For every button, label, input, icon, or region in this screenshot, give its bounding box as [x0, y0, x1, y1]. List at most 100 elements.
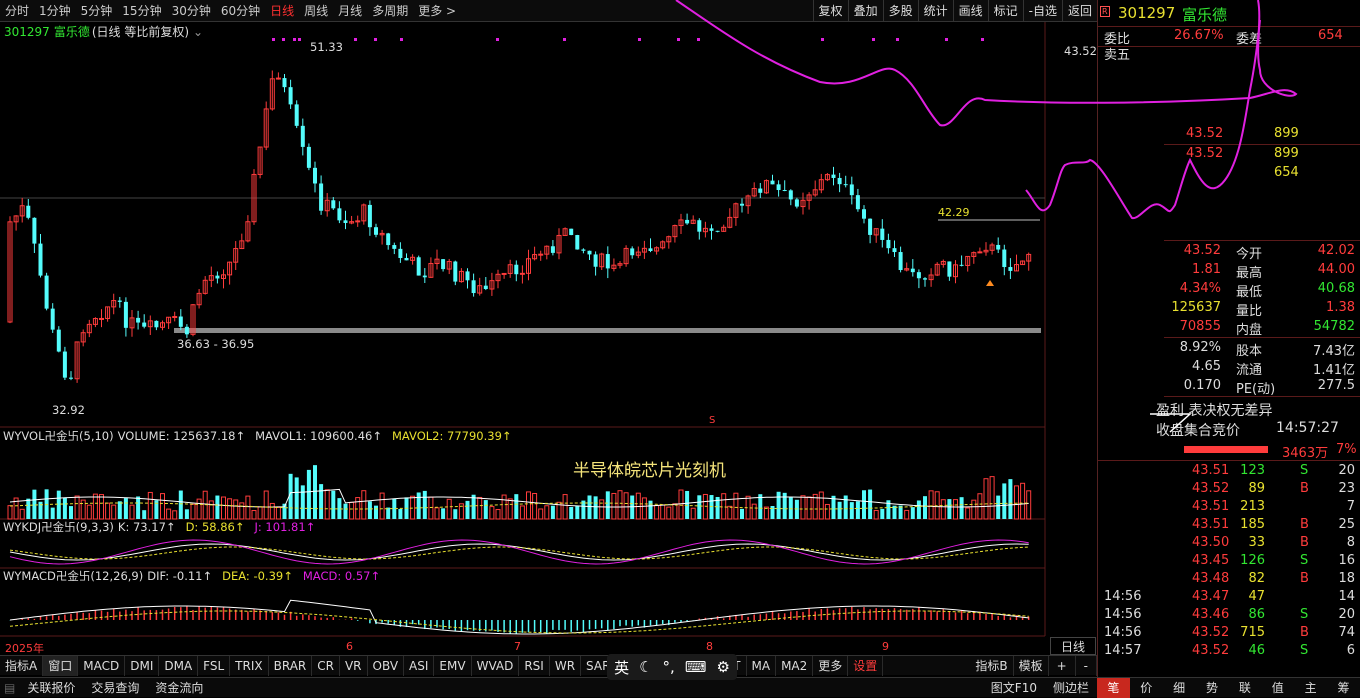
indicator-tab-10[interactable]: OBV	[368, 655, 405, 676]
mark-button[interactable]: 标记	[987, 0, 1023, 22]
signal-dot	[374, 38, 377, 41]
ime-language[interactable]: 英	[614, 657, 629, 678]
indicator-tab-0[interactable]: 指标A	[0, 655, 44, 676]
trade-volume: 82	[1248, 571, 1265, 586]
volume-bar	[709, 495, 714, 519]
moon-icon[interactable]: ☾	[639, 658, 652, 676]
volume-bar	[1020, 482, 1026, 520]
keyboard-icon[interactable]: ⌨	[685, 658, 707, 676]
candle-down	[343, 220, 348, 224]
side-tab-1[interactable]: 价	[1130, 678, 1163, 698]
multi-stock-button[interactable]: 多股	[882, 0, 918, 22]
trade-volume: 123	[1240, 463, 1265, 478]
period-tab-monthly[interactable]: 月线	[333, 0, 367, 22]
draw-line-button[interactable]: 画线	[952, 0, 988, 22]
volume-bar	[62, 497, 67, 519]
overlay-button[interactable]: 叠加	[847, 0, 883, 22]
punctuation-icon[interactable]: °,	[663, 658, 675, 676]
candle-down	[685, 219, 690, 224]
sidebar-button[interactable]: 侧边栏	[1045, 678, 1097, 698]
indicator-tab-15[interactable]: WR	[550, 655, 582, 676]
fund-flow-tab[interactable]: 资金流向	[147, 678, 211, 698]
remove-watchlist-button[interactable]: -自选	[1022, 0, 1062, 22]
period-tab-fenshi[interactable]: 分时	[0, 0, 34, 22]
f10-button[interactable]: 图文F10	[983, 678, 1045, 698]
trade-volume: 86	[1248, 607, 1265, 622]
kdj-k-value: K: 73.17↑	[117, 520, 176, 534]
period-tab-daily[interactable]: 日线	[265, 0, 299, 22]
add-window-button[interactable]: +	[1049, 655, 1076, 676]
volume-bar	[208, 500, 214, 520]
related-quotes-tab[interactable]: 关联报价	[19, 678, 83, 698]
indicator-tab-7[interactable]: BRAR	[269, 655, 313, 676]
stats-button[interactable]: 统计	[917, 0, 953, 22]
candle-down	[898, 252, 903, 271]
indicator-b-tab[interactable]: 指标B	[970, 655, 1014, 676]
indicator-tab-13[interactable]: WVAD	[472, 655, 520, 676]
side-tab-0[interactable]: 笔	[1097, 677, 1130, 698]
indicator-tab-9[interactable]: VR	[340, 655, 368, 676]
side-tab-6[interactable]: 主	[1294, 678, 1327, 698]
candle-up	[501, 272, 507, 275]
candle-down	[422, 275, 427, 278]
indicator-tab-5[interactable]: FSL	[198, 655, 231, 676]
trade-query-tab[interactable]: 交易查询	[83, 678, 147, 698]
period-tab-more[interactable]: 更多 >	[413, 0, 461, 22]
period-tab-60min[interactable]: 60分钟	[216, 0, 265, 22]
gear-icon[interactable]: ⚙	[716, 658, 729, 676]
side-tab-7[interactable]: 筹	[1327, 678, 1360, 698]
kdj-indicator-header[interactable]: WYKDJ卍金卐(9,3,3) K: 73.17↑ D: 58.86↑ J: 1…	[3, 519, 315, 535]
period-tab-15min[interactable]: 15分钟	[117, 0, 166, 22]
indicator-tab-21[interactable]: MA	[747, 655, 777, 676]
side-tab-4[interactable]: 联	[1229, 678, 1262, 698]
volume-bar	[940, 499, 946, 520]
vol-indicator-header[interactable]: WYVOL卍金卐(5,10) VOLUME: 125637.18↑ MAVOL1…	[3, 428, 512, 444]
period-tab-1min[interactable]: 1分钟	[34, 0, 76, 22]
trade-volume: 213	[1240, 499, 1265, 514]
daily-line-button[interactable]: 日线	[1050, 637, 1096, 655]
indicator-tab-24[interactable]: 设置	[848, 655, 884, 676]
sell-five-label: 卖五	[1104, 48, 1131, 60]
candle-down	[569, 228, 574, 236]
indicator-tab-4[interactable]: DMA	[159, 655, 199, 676]
signal-dot	[638, 38, 641, 41]
indicator-tab-14[interactable]: RSI	[519, 655, 550, 676]
indicator-tab-12[interactable]: EMV	[434, 655, 472, 676]
side-tab-3[interactable]: 势	[1196, 678, 1229, 698]
trade-count: 20	[1338, 607, 1355, 622]
candle-down	[374, 227, 378, 235]
back-button[interactable]: 返回	[1061, 0, 1097, 22]
period-tab-multi[interactable]: 多周期	[367, 0, 413, 22]
indicator-tab-8[interactable]: CR	[312, 655, 340, 676]
signal-dot	[298, 38, 301, 41]
indicator-tab-6[interactable]: TRIX	[230, 655, 269, 676]
indicator-tab-23[interactable]: 更多	[813, 655, 849, 676]
indicator-tab-3[interactable]: DMI	[125, 655, 160, 676]
macd-dea-value: DEA: -0.39↑	[222, 569, 293, 583]
quote-row: 43.52 今开 42.02	[1098, 242, 1360, 262]
indicator-tab-11[interactable]: ASI	[404, 655, 435, 676]
period-tab-30min[interactable]: 30分钟	[167, 0, 216, 22]
template-tab[interactable]: 模板	[1014, 655, 1049, 676]
macd-indicator-header[interactable]: WYMACD卍金卐(12,26,9) DIF: -0.11↑ DEA: -0.3…	[3, 568, 380, 584]
quote-label: 今开	[1236, 247, 1263, 262]
candle-down	[178, 316, 183, 327]
volume-bar	[190, 503, 196, 520]
period-tab-5min[interactable]: 5分钟	[76, 0, 118, 22]
period-tab-weekly[interactable]: 周线	[299, 0, 333, 22]
signal-dot	[282, 38, 285, 41]
quote-right-value: 40.68	[1317, 281, 1355, 296]
candle-down	[776, 184, 781, 191]
volume-bar	[172, 510, 178, 520]
trade-price: 43.51	[1192, 499, 1230, 514]
side-tab-2[interactable]: 细	[1163, 678, 1196, 698]
weibi-value: 26.67%	[1174, 28, 1224, 43]
menu-icon[interactable]: ▤	[0, 681, 19, 695]
kline-chart[interactable]	[0, 22, 1097, 655]
indicator-tab-2[interactable]: MACD	[78, 655, 126, 676]
remove-window-button[interactable]: -	[1076, 655, 1097, 676]
indicator-tab-22[interactable]: MA2	[776, 655, 814, 676]
fuquan-button[interactable]: 复权	[812, 0, 848, 22]
indicator-tab-1[interactable]: 窗口	[43, 655, 79, 676]
side-tab-5[interactable]: 值	[1261, 678, 1294, 698]
